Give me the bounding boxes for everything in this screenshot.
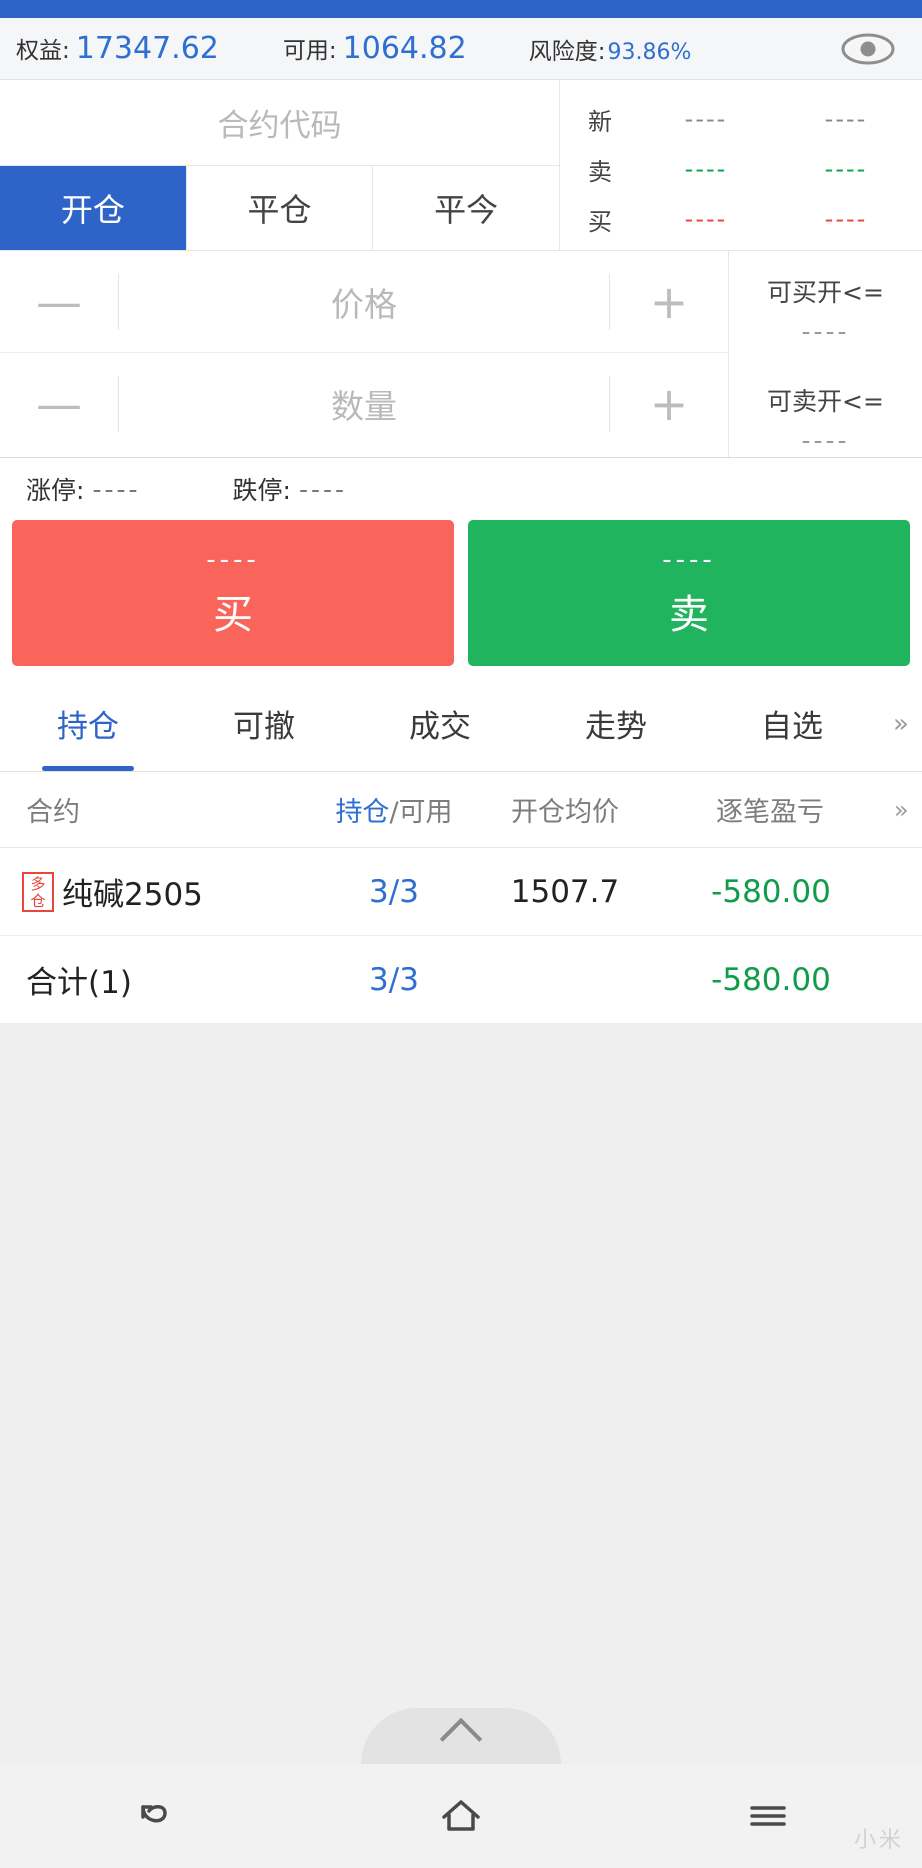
- quote-bid-volume: ----: [824, 205, 868, 233]
- limit-down-label: 跌停:: [232, 476, 291, 505]
- price-limit-row: 涨停: ---- 跌停: ----: [0, 458, 922, 520]
- quantity-plus-button[interactable]: +: [610, 353, 728, 455]
- buy-open-label: 可买开<=: [767, 278, 884, 307]
- cell-total-pl: -580.00: [711, 961, 831, 998]
- header-pl: 逐笔盈亏: [716, 797, 824, 828]
- header-more-icon[interactable]: »: [894, 796, 922, 824]
- contract-and-quote: 合约代码 开仓 平仓 平今 新 ---- ---- 卖 ---- ---- 买 …: [0, 80, 922, 251]
- tab-trades[interactable]: 成交: [352, 676, 528, 771]
- tab-close-position[interactable]: 平仓: [187, 166, 374, 250]
- quote-ask-volume: ----: [824, 155, 868, 183]
- header-position-hl: 持仓: [335, 797, 390, 828]
- quote-tag-bid: 买: [588, 207, 612, 236]
- header-avg-price: 开仓均价: [511, 797, 619, 828]
- price-plus-button[interactable]: +: [610, 251, 728, 352]
- quote-column: 新 ---- ---- 卖 ---- ---- 买 ---- ----: [560, 80, 922, 250]
- equity-cell: 权益: 17347.62: [16, 31, 219, 66]
- cell-position: 3/3: [369, 873, 419, 910]
- cell-avg-price: 1507.7: [510, 873, 620, 910]
- tab-open-position[interactable]: 开仓: [0, 166, 187, 250]
- contract-code-input[interactable]: 合约代码: [0, 80, 559, 166]
- tab-watchlist[interactable]: 自选: [704, 676, 880, 771]
- tab-cancellable[interactable]: 可撤: [176, 676, 352, 771]
- back-icon[interactable]: [0, 1793, 307, 1839]
- buy-open-value: ----: [801, 317, 850, 346]
- header-position: 持仓/可用: [318, 790, 470, 829]
- tab-chart[interactable]: 走势: [528, 676, 704, 771]
- equity-label: 权益:: [16, 38, 70, 64]
- contract-column: 合约代码 开仓 平仓 平今: [0, 80, 560, 250]
- cell-total-label: 合计(1): [26, 965, 132, 1001]
- buy-price-dash: ----: [206, 544, 260, 575]
- sell-button[interactable]: ---- 卖: [468, 520, 910, 666]
- quote-row-latest: 新 ---- ----: [560, 94, 922, 144]
- tab-positions[interactable]: 持仓: [0, 676, 176, 771]
- limit-down-value: ----: [298, 474, 348, 504]
- sell-open-block: 可卖开<= ----: [729, 374, 922, 457]
- order-entry-area: — 价格 + — 数量 + 可买开<= ---- 可卖开<= ----: [0, 251, 922, 458]
- quote-row-bid: 买 ---- ----: [560, 194, 922, 244]
- tabs-more-icon[interactable]: »: [880, 676, 922, 771]
- available-value: 1064.82: [342, 31, 467, 66]
- quote-tag-latest: 新: [588, 107, 612, 136]
- tab-close-today[interactable]: 平今: [373, 166, 559, 250]
- limit-up-value: ----: [92, 474, 141, 504]
- cell-pl: -580.00: [711, 873, 831, 910]
- quantity-stepper: — 数量 +: [0, 353, 728, 455]
- system-navigation-bar: 小米: [0, 1764, 922, 1868]
- quantity-input[interactable]: 数量: [119, 380, 609, 428]
- available-cell: 可用: 1064.82: [283, 31, 467, 66]
- quantity-minus-button[interactable]: —: [0, 353, 118, 455]
- header-contract: 合约: [26, 797, 80, 828]
- pull-up-handle[interactable]: [361, 1708, 561, 1764]
- quote-ask-price: ----: [684, 155, 728, 183]
- table-row[interactable]: 多仓 纯碱2505 3/3 1507.7 -580.00: [0, 848, 922, 936]
- positions-table-header: 合约 持仓/可用 开仓均价 逐笔盈亏 »: [0, 772, 922, 848]
- buy-button[interactable]: ---- 买: [12, 520, 454, 666]
- risk-label: 风险度:: [528, 38, 606, 65]
- status-bar: [0, 0, 922, 18]
- available-label: 可用:: [282, 38, 337, 64]
- sell-open-value: ----: [801, 426, 850, 455]
- cell-contract-name: 纯碱2505: [62, 877, 203, 913]
- buy-label: 买: [213, 592, 253, 639]
- limit-up-label: 涨停:: [26, 476, 85, 505]
- available-open-column: 可买开<= ---- 可卖开<= ----: [728, 251, 922, 457]
- equity-value: 17347.62: [75, 31, 219, 66]
- watermark-text: 小米: [853, 1828, 904, 1853]
- quote-latest-volume: ----: [824, 105, 868, 133]
- account-summary-bar: 权益: 17347.62 可用: 1064.82 风险度: 93.86%: [0, 18, 922, 80]
- quote-latest-price: ----: [684, 105, 728, 133]
- quote-row-ask: 卖 ---- ----: [560, 144, 922, 194]
- table-row-total: 合计(1) 3/3 -580.00: [0, 936, 922, 1024]
- order-type-tabs: 开仓 平仓 平今: [0, 166, 559, 250]
- cell-contract: 多仓 纯碱2505: [0, 869, 318, 914]
- price-input[interactable]: 价格: [119, 278, 609, 326]
- buy-sell-row: ---- 买 ---- 卖: [0, 520, 922, 676]
- quote-tag-ask: 卖: [588, 157, 612, 186]
- risk-cell: 风险度: 93.86%: [529, 32, 692, 66]
- bottom-section-tabs: 持仓 可撤 成交 走势 自选 »: [0, 676, 922, 772]
- sell-open-label: 可卖开<=: [767, 387, 884, 416]
- eye-icon[interactable]: [840, 31, 896, 67]
- cell-total-position: 3/3: [369, 961, 419, 998]
- price-stepper: — 价格 +: [0, 251, 728, 353]
- risk-value: 93.86%: [607, 39, 692, 65]
- sell-label: 卖: [669, 592, 709, 639]
- empty-content-area: [0, 1024, 922, 1764]
- order-steppers: — 价格 + — 数量 +: [0, 251, 728, 457]
- long-position-badge: 多仓: [22, 871, 54, 912]
- home-icon[interactable]: [307, 1793, 614, 1839]
- sell-price-dash: ----: [662, 544, 716, 575]
- header-position-rest: /可用: [389, 797, 453, 828]
- app-screen: 权益: 17347.62 可用: 1064.82 风险度: 93.86% 合约代…: [0, 0, 922, 1868]
- quote-bid-price: ----: [684, 205, 728, 233]
- price-minus-button[interactable]: —: [0, 251, 118, 352]
- chevron-up-icon: [439, 1717, 483, 1761]
- buy-open-block: 可买开<= ----: [729, 265, 922, 348]
